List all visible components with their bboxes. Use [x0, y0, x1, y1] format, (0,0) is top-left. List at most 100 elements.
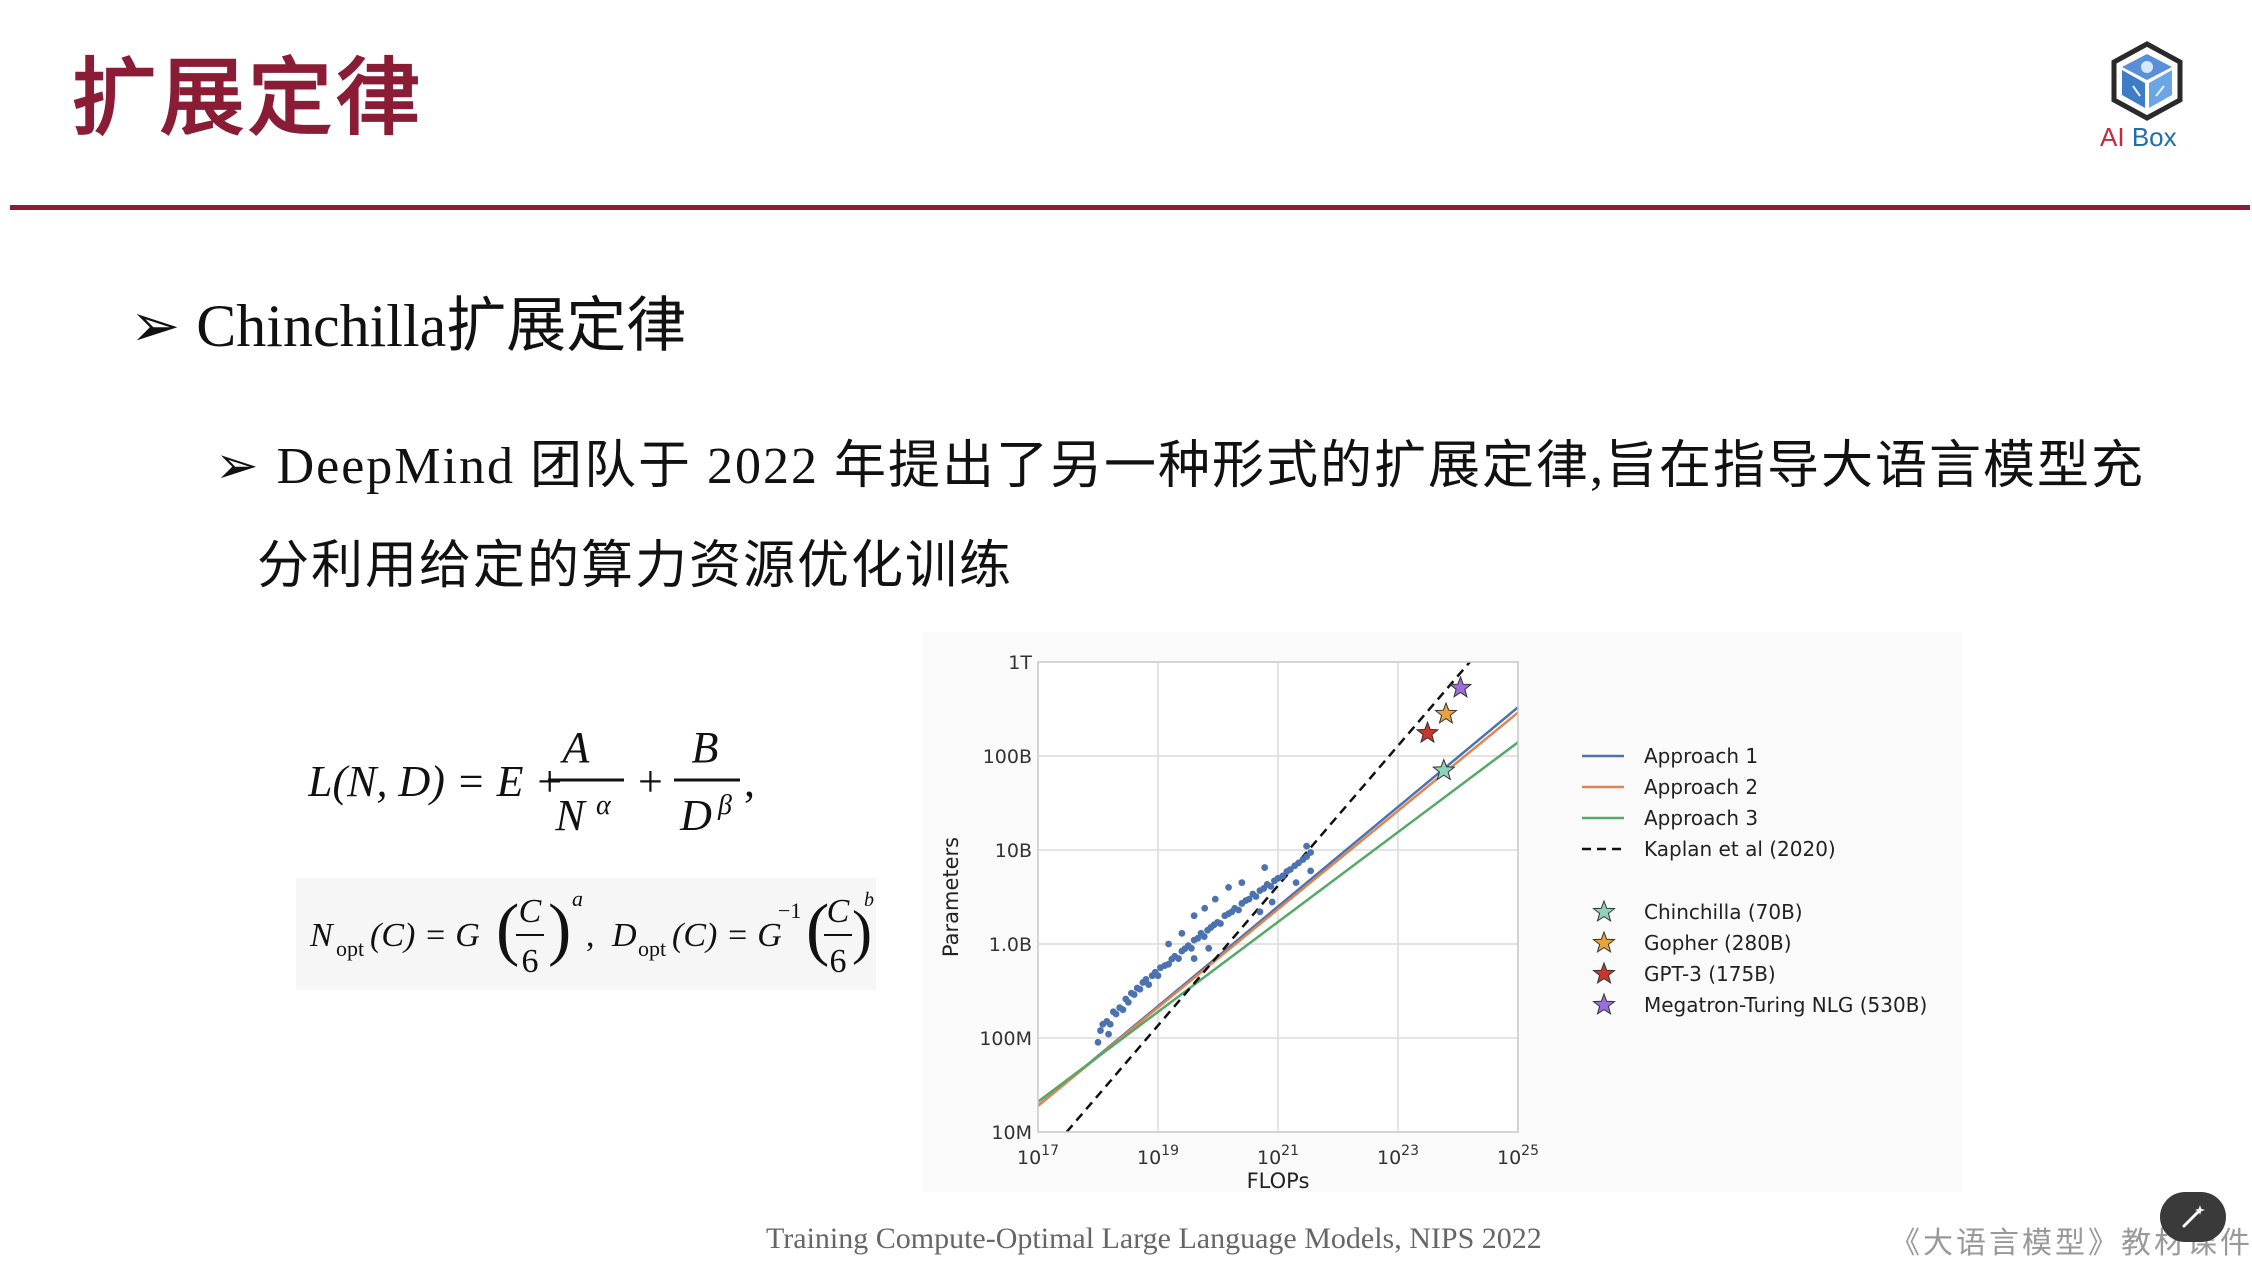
logo-box-text: Box [2131, 122, 2177, 152]
scatter-point [1175, 955, 1182, 962]
formula-a-exponent: α [596, 790, 612, 821]
bullet-arrow-icon: ➢ [130, 291, 181, 361]
formula-plus: + [638, 757, 663, 806]
scatter-point [1201, 904, 1209, 912]
formula-lhs: L(N, D) = E + [308, 757, 564, 806]
scatter-point [1256, 908, 1264, 916]
formula-d-exponent: b [864, 889, 874, 911]
legend-label: Gopher (280B) [1644, 931, 1792, 955]
y-tick-label: 100M [979, 1028, 1032, 1050]
formula-tail: , [744, 757, 755, 806]
scatter-point [1119, 1006, 1127, 1014]
formula-n-frac-num: C [519, 893, 542, 930]
x-tick-label: 1019 [1137, 1143, 1179, 1169]
legend-star-icon [1592, 930, 1616, 954]
formula-b-exponent: β [717, 790, 732, 821]
scatter-point [1190, 955, 1198, 962]
legend-label: Approach 2 [1644, 775, 1758, 799]
legend-star-icon [1592, 992, 1616, 1016]
logo-ai-text: AI [2100, 122, 2125, 152]
scatter-point [1154, 972, 1162, 980]
scatter-point [1145, 981, 1153, 988]
scatter-point [1268, 898, 1276, 906]
x-tick-label: 1021 [1257, 1143, 1299, 1169]
formula-d-frac-den: 6 [830, 943, 847, 980]
scatter-point [1094, 1038, 1102, 1046]
scatter-point [1130, 991, 1138, 998]
legend-label: Kaplan et al (2020) [1644, 837, 1836, 861]
legend-label: Approach 3 [1644, 806, 1758, 830]
y-tick-label: 100B [983, 746, 1032, 768]
loss-formula: L(N, D) = E + A N α + B D β , [307, 723, 768, 849]
scatter-point [1136, 985, 1144, 993]
formula-d-subscript: opt [638, 936, 666, 961]
y-tick-label: 10B [995, 840, 1032, 862]
scatter-point [1217, 920, 1224, 927]
bullet-arrow-icon: ➢ [215, 436, 261, 496]
formula-n-mid: (C) = G [370, 917, 480, 954]
scatter-point [1105, 1030, 1112, 1038]
scatter-point [1303, 842, 1311, 850]
scatter-point [1252, 893, 1260, 900]
scatter-point [1178, 929, 1186, 937]
magic-wand-icon [2182, 1205, 2205, 1228]
formula-a-denominator: N [554, 791, 587, 838]
optimal-formula: N opt (C) = G ( C 6 ) a , D opt (C) = G … [296, 878, 876, 990]
formula-comma: , [586, 917, 595, 954]
title-divider [10, 205, 2250, 210]
figure-caption: Training Compute-Optimal Large Language … [766, 1222, 1542, 1255]
legend-star-icon [1592, 899, 1616, 923]
scatter-point [1292, 879, 1300, 886]
formula-d-mid: (C) = G [672, 917, 782, 954]
formula-n-subscript: opt [336, 936, 364, 961]
scatter-point [1187, 944, 1195, 952]
formula-b-numerator: B [692, 728, 719, 772]
formula-n-right-paren: ) [548, 891, 571, 968]
formula-n-lhs: N [309, 917, 335, 954]
legend-label: Chinchilla (70B) [1644, 900, 1803, 924]
legend-star-icon [1592, 961, 1616, 985]
y-axis-label: Parameters [939, 837, 963, 957]
scatter-point [1200, 933, 1208, 940]
bullet-level-1: ➢ Chinchilla扩展定律 [130, 290, 686, 362]
scatter-point [1165, 940, 1172, 948]
page-title: 扩展定律 [72, 49, 425, 147]
logo-wordmark: AI Box [2100, 122, 2177, 153]
x-tick-label: 1023 [1377, 1143, 1419, 1169]
bullet-2-text-line2: 分利用给定的算力资源优化训练 [257, 538, 1014, 595]
scatter-point [1106, 1020, 1114, 1028]
scatter-point [1097, 1027, 1104, 1034]
chart-canvas: 10M 100M 1.0B 10B 100B 1T 1017 1019 1021 1023 1025… [939, 652, 1927, 1193]
scatter-point [1190, 912, 1198, 920]
legend-label: GPT-3 (175B) [1644, 962, 1776, 986]
scatter-point [1112, 1010, 1120, 1018]
scatter-point [1307, 867, 1315, 875]
scatter-point [1124, 998, 1132, 1006]
scatter-point [1235, 906, 1242, 914]
x-axis-label: FLOPs [1247, 1169, 1310, 1192]
formula-d-lhs: D [611, 917, 637, 954]
y-tick-label: 1.0B [989, 934, 1032, 956]
scaling-chart: 10M 100M 1.0B 10B 100B 1T 1017 1019 1021 1023 1025… [922, 632, 1962, 1193]
scatter-point [1211, 895, 1219, 903]
scatter-point [1307, 849, 1315, 856]
magic-edit-button[interactable] [2160, 1192, 2226, 1242]
formula-n-left-paren: ( [496, 891, 519, 968]
formula-a-numerator: A [560, 728, 591, 772]
scatter-point [1205, 944, 1213, 952]
y-tick-label: 1T [1008, 652, 1032, 674]
scatter-point [1225, 884, 1232, 891]
formula-n-frac-den: 6 [522, 943, 539, 980]
formula-n-exponent: a [572, 886, 583, 911]
bullet-1-text: Chinchilla扩展定律 [196, 293, 687, 359]
y-tick-label: 10M [991, 1122, 1032, 1144]
formula-b-denominator: D [679, 791, 712, 838]
legend-label: Megatron-Turing NLG (530B) [1644, 993, 1927, 1017]
x-tick-label: 1017 [1017, 1143, 1059, 1169]
formula-g-exponent: −1 [778, 898, 801, 923]
formula-d-frac-num: C [827, 893, 850, 930]
legend-label: Approach 1 [1644, 744, 1758, 768]
bullet-2-text-line1: DeepMind 团队于 2022 年提出了另一种形式的扩展定律,旨在指导大语言… [276, 438, 2145, 495]
scatter-point [1261, 864, 1269, 871]
x-tick-label: 1025 [1497, 1143, 1539, 1169]
